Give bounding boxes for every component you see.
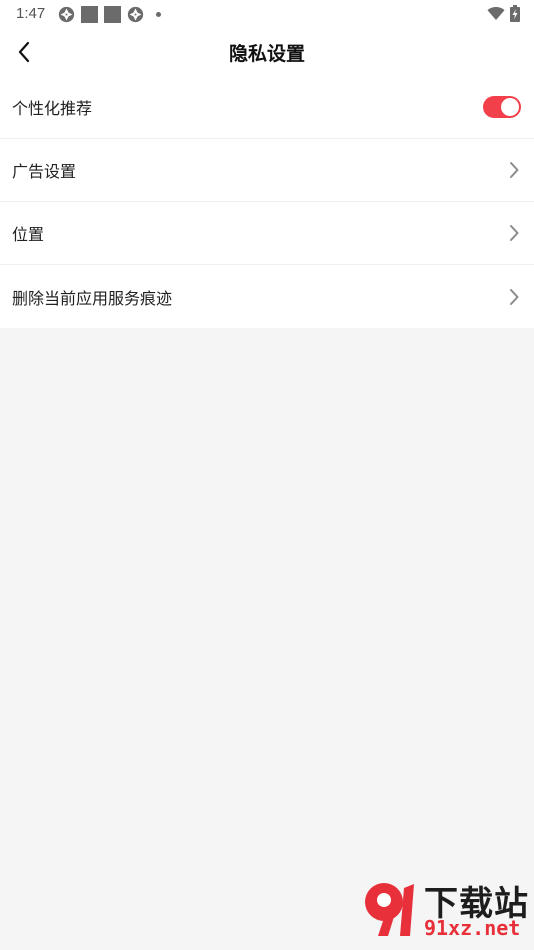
settings-row-label: 位置 (12, 225, 45, 244)
settings-row-ad-settings[interactable]: 广告设置 (0, 139, 534, 202)
watermark-text-bottom: 91xz.net (424, 916, 521, 940)
settings-row-label: 广告设置 (12, 162, 77, 181)
toggle-knob (501, 98, 519, 116)
settings-list: 个性化推荐 广告设置 位置 删除当前应用服务痕迹 (0, 76, 534, 328)
battery-charging-icon (510, 5, 520, 22)
system-icons (487, 5, 520, 22)
aperture-icon (58, 6, 75, 23)
chevron-right-icon (510, 225, 519, 241)
chevron-right-icon (510, 288, 519, 305)
wifi-icon (487, 7, 505, 20)
watermark: 下载站 91xz.net (360, 876, 530, 946)
personalized-recommendation-toggle[interactable] (483, 96, 521, 118)
status-bar: 1:47 (0, 0, 534, 28)
page-title: 隐私设置 (228, 43, 305, 65)
more-notifications-dot-icon (156, 12, 161, 17)
settings-row-personalized-recommendation[interactable]: 个性化推荐 (0, 76, 534, 139)
chevron-right-icon (510, 162, 519, 178)
settings-row-delete-traces[interactable]: 删除当前应用服务痕迹 (0, 265, 534, 328)
aperture-icon (127, 6, 144, 23)
settings-row-label: 个性化推荐 (12, 99, 93, 118)
status-time: 1:47 (16, 5, 46, 22)
notification-square-icon (104, 6, 121, 23)
watermark-logo-icon (365, 883, 414, 936)
notification-square-icon (81, 6, 98, 23)
app-header: 隐私设置 (0, 28, 534, 76)
settings-row-label: 删除当前应用服务痕迹 (12, 288, 173, 308)
notification-icons (58, 6, 161, 23)
settings-row-location[interactable]: 位置 (0, 202, 534, 265)
